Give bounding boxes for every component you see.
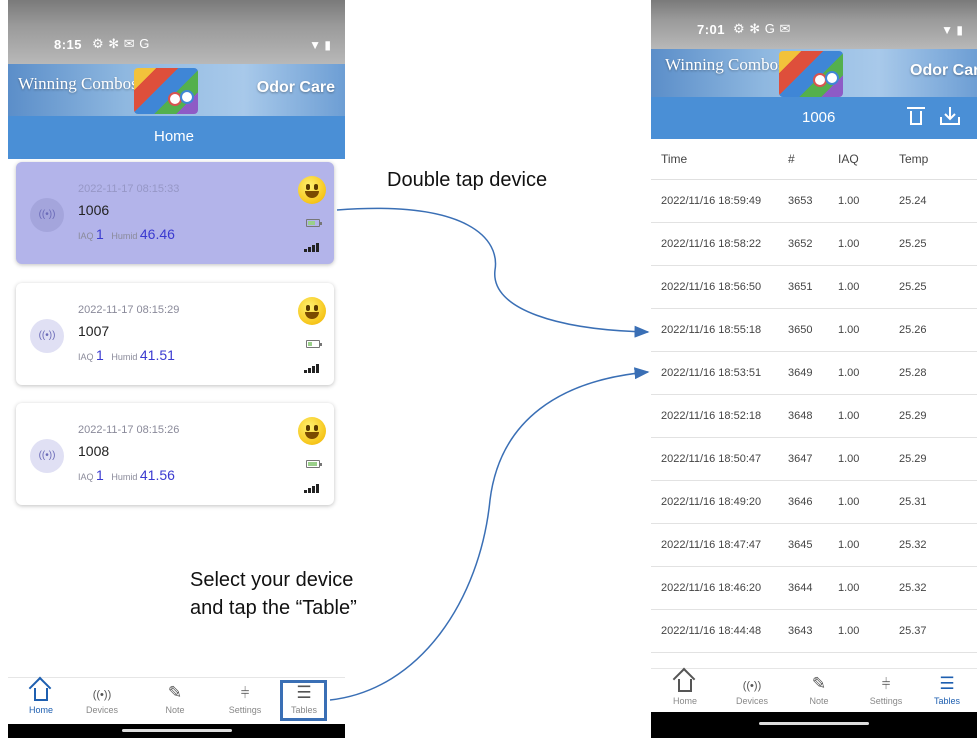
annotation-arrows bbox=[329, 207, 650, 701]
select-table-arrow bbox=[329, 367, 650, 701]
double-tap-arrow bbox=[336, 207, 650, 338]
